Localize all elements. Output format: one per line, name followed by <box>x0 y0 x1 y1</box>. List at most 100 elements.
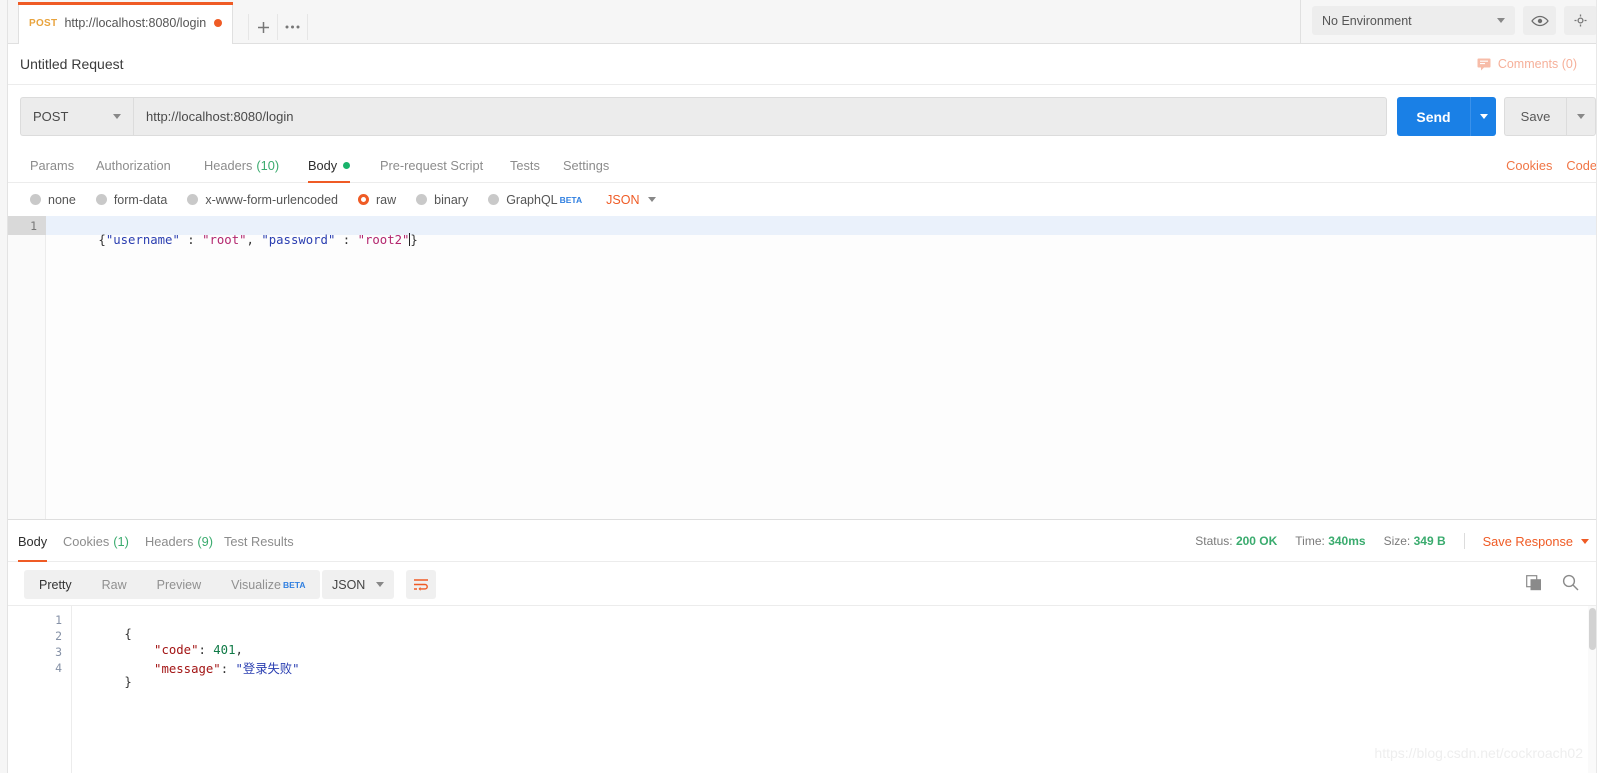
response-status-bar: Status: 200 OK Time: 340ms Size: 349 B S… <box>1195 520 1597 562</box>
response-tab-body[interactable]: Body <box>18 520 48 562</box>
body-type-raw[interactable]: raw <box>358 193 396 207</box>
size-value: 349 B <box>1413 534 1446 548</box>
headers-count: (9) <box>197 533 214 549</box>
body-present-dot-icon <box>343 161 351 169</box>
radio-icon <box>488 194 500 205</box>
time-group: Time: 340ms <box>1295 534 1365 548</box>
gear-icon <box>1574 14 1587 27</box>
response-format-label: JSON <box>332 577 366 592</box>
body-type-label: raw <box>376 192 397 207</box>
tab-label: Body <box>18 533 48 549</box>
body-type-label: none <box>48 192 76 207</box>
response-tab-headers[interactable]: Headers (9) <box>145 520 213 562</box>
code-link[interactable]: Code <box>1566 158 1597 173</box>
request-body-code: {"username" : "root", "password" : "root… <box>98 233 418 247</box>
eye-icon <box>1530 15 1549 26</box>
body-type-urlencoded[interactable]: x-www-form-urlencoded <box>187 193 338 207</box>
tab-more-button[interactable] <box>278 14 308 40</box>
tab-pre-request-script[interactable]: Pre-request Script <box>380 147 483 183</box>
new-tab-button[interactable] <box>248 14 278 40</box>
tab-authorization[interactable]: Authorization <box>96 147 171 183</box>
body-type-label: x-www-form-urlencoded <box>205 192 338 207</box>
tab-active-accent <box>18 2 233 5</box>
status-group: Status: 200 OK <box>1195 534 1277 548</box>
status-value: 200 OK <box>1235 534 1278 548</box>
save-button[interactable]: Save <box>1504 97 1566 136</box>
format-tab-preview[interactable]: Preview <box>142 570 216 599</box>
body-type-label: binary <box>434 192 469 207</box>
search-button[interactable] <box>1562 574 1579 596</box>
http-method-label: POST <box>33 109 69 124</box>
response-body-viewer[interactable]: 1 { 2 "code": 401, 3 "message": "登录失败" 4… <box>8 606 1597 773</box>
comment-icon <box>1477 58 1491 70</box>
word-wrap-button[interactable] <box>406 570 436 599</box>
format-tab-raw[interactable]: Raw <box>87 570 142 599</box>
tab-label: Tests <box>510 157 540 173</box>
tab-label: Settings <box>563 157 610 173</box>
format-tab-visualize[interactable]: Visualize BETA <box>216 570 320 599</box>
response-tab-cookies[interactable]: Cookies (1) <box>63 520 129 562</box>
cookies-count: (1) <box>113 533 129 549</box>
tab-headers[interactable]: Headers (10) <box>204 147 279 183</box>
cookies-link[interactable]: Cookies <box>1506 158 1552 173</box>
body-type-graphql[interactable]: GraphQL BETA <box>488 193 582 207</box>
line-number: 4 <box>55 661 62 675</box>
body-type-binary[interactable]: binary <box>416 193 468 207</box>
request-tabs-right-links: Cookies Code <box>1506 147 1597 183</box>
tab-body[interactable]: Body <box>308 147 351 183</box>
body-format-selector[interactable]: JSON <box>606 193 657 207</box>
response-format-selector[interactable]: JSON <box>322 570 394 599</box>
response-tab-test-results[interactable]: Test Results <box>224 520 294 562</box>
body-type-label: GraphQL <box>506 192 558 207</box>
size-group: Size: 349 B <box>1384 534 1446 548</box>
comments-label: Comments (0) <box>1497 57 1577 71</box>
unsaved-dot-icon <box>214 19 222 27</box>
word-wrap-icon <box>414 578 428 591</box>
chevron-down-icon <box>113 114 121 119</box>
chevron-down-icon <box>1581 538 1589 544</box>
tab-settings[interactable]: Settings <box>563 147 609 183</box>
request-body-editor[interactable]: 1 {"username" : "root", "password" : "ro… <box>8 216 1597 520</box>
body-type-none[interactable]: none <box>30 193 76 207</box>
line-number: 3 <box>55 645 62 659</box>
tab-tests[interactable]: Tests <box>510 147 540 183</box>
response-action-icons <box>1526 574 1579 596</box>
save-options-button[interactable] <box>1566 97 1596 136</box>
response-tabs: Body Cookies (1) Headers (9) Test Result… <box>8 520 1597 562</box>
save-response-button[interactable]: Save Response <box>1483 534 1589 549</box>
request-tabs: Params Authorization Headers (10) Body P… <box>8 147 1597 183</box>
url-row: POST http://localhost:8080/login Send Sa… <box>8 85 1597 147</box>
tab-label: Body <box>308 157 338 173</box>
tab-params[interactable]: Params <box>30 147 74 183</box>
ellipsis-icon <box>285 25 300 29</box>
response-scrollbar-thumb[interactable] <box>1589 608 1596 650</box>
copy-button[interactable] <box>1526 574 1542 596</box>
beta-badge: BETA <box>559 194 583 205</box>
tab-method-label: POST <box>29 17 58 29</box>
url-input[interactable]: http://localhost:8080/login <box>133 97 1387 136</box>
tab-label: Authorization <box>96 157 171 173</box>
send-button[interactable]: Send <box>1397 97 1470 136</box>
response-format-tabs: Pretty Raw Preview Visualize BETA <box>24 570 321 599</box>
chevron-down-icon <box>1497 18 1505 23</box>
environment-settings-button[interactable] <box>1564 6 1597 35</box>
chevron-down-icon <box>376 582 384 587</box>
tab-bar: POST http://localhost:8080/login No Envi… <box>8 0 1597 44</box>
request-tab-item[interactable]: POST http://localhost:8080/login <box>18 2 233 44</box>
save-response-label: Save Response <box>1482 533 1573 549</box>
radio-icon <box>187 194 199 205</box>
comments-button[interactable]: Comments (0) <box>1477 57 1577 71</box>
environment-quicklook-button[interactable] <box>1523 6 1556 35</box>
environment-selector[interactable]: No Environment <box>1312 6 1515 35</box>
send-options-button[interactable] <box>1470 97 1496 136</box>
http-method-selector[interactable]: POST <box>20 97 133 136</box>
editor-gutter <box>8 216 46 519</box>
tab-label: Pretty <box>39 577 72 592</box>
format-tab-pretty[interactable]: Pretty <box>24 570 87 599</box>
line-number: 1 <box>30 219 37 233</box>
radio-selected-icon <box>358 194 369 205</box>
url-value: http://localhost:8080/login <box>146 109 294 124</box>
body-type-form-data[interactable]: form-data <box>95 193 167 207</box>
beta-badge: BETA <box>282 579 306 590</box>
tab-label: Pre-request Script <box>380 157 484 173</box>
